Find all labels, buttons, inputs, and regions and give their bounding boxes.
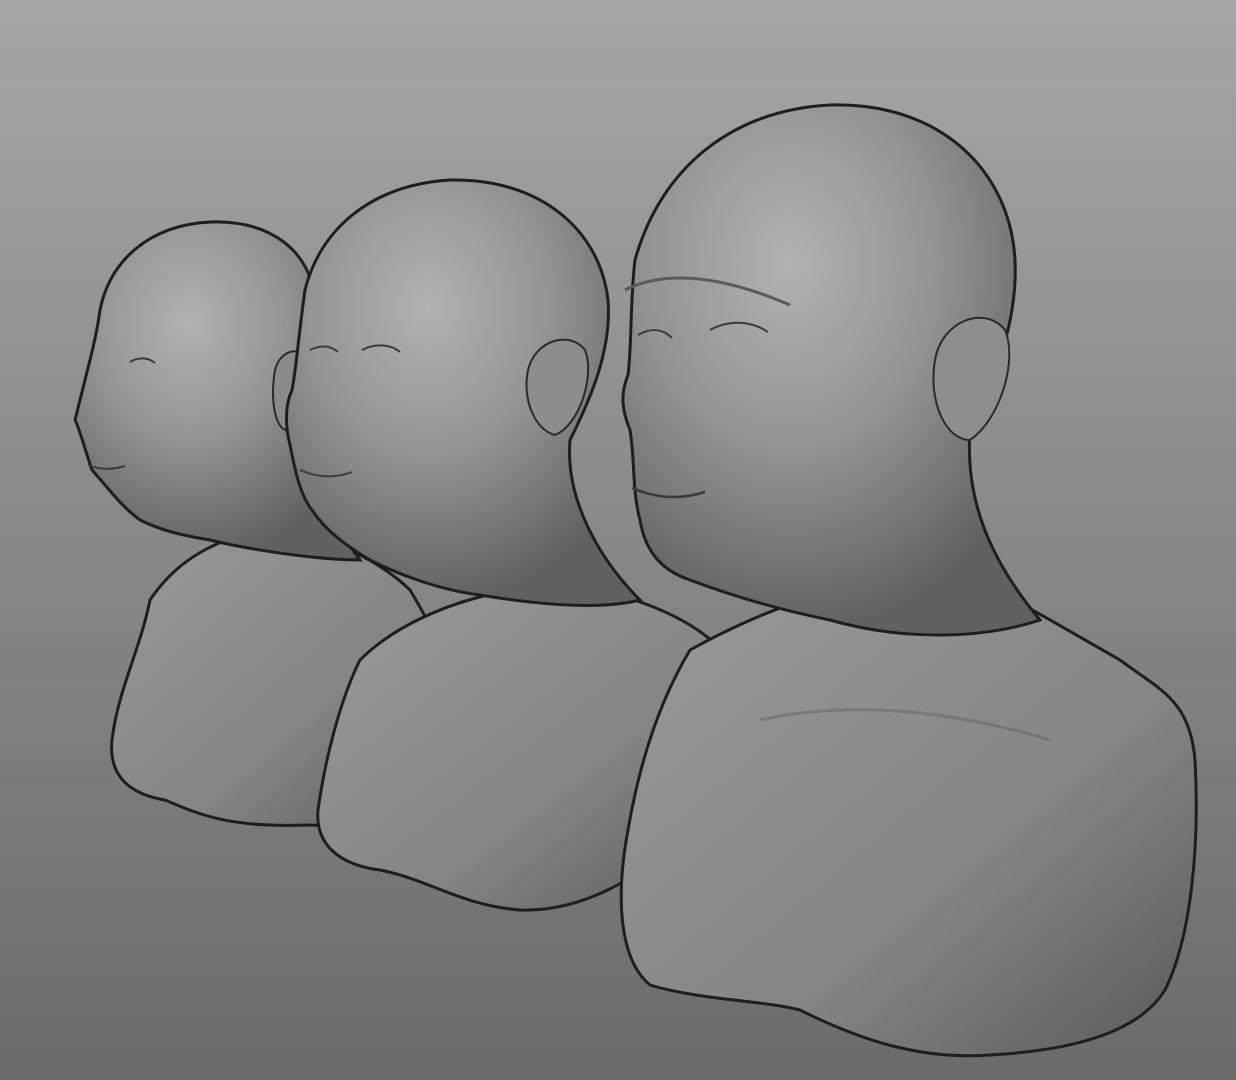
bust-large-torso [619,573,1198,1058]
bust-large-ear [932,316,1011,442]
bust-large [619,103,1198,1058]
bust-render-scene [73,103,1198,1058]
render-viewport [0,0,1236,1080]
